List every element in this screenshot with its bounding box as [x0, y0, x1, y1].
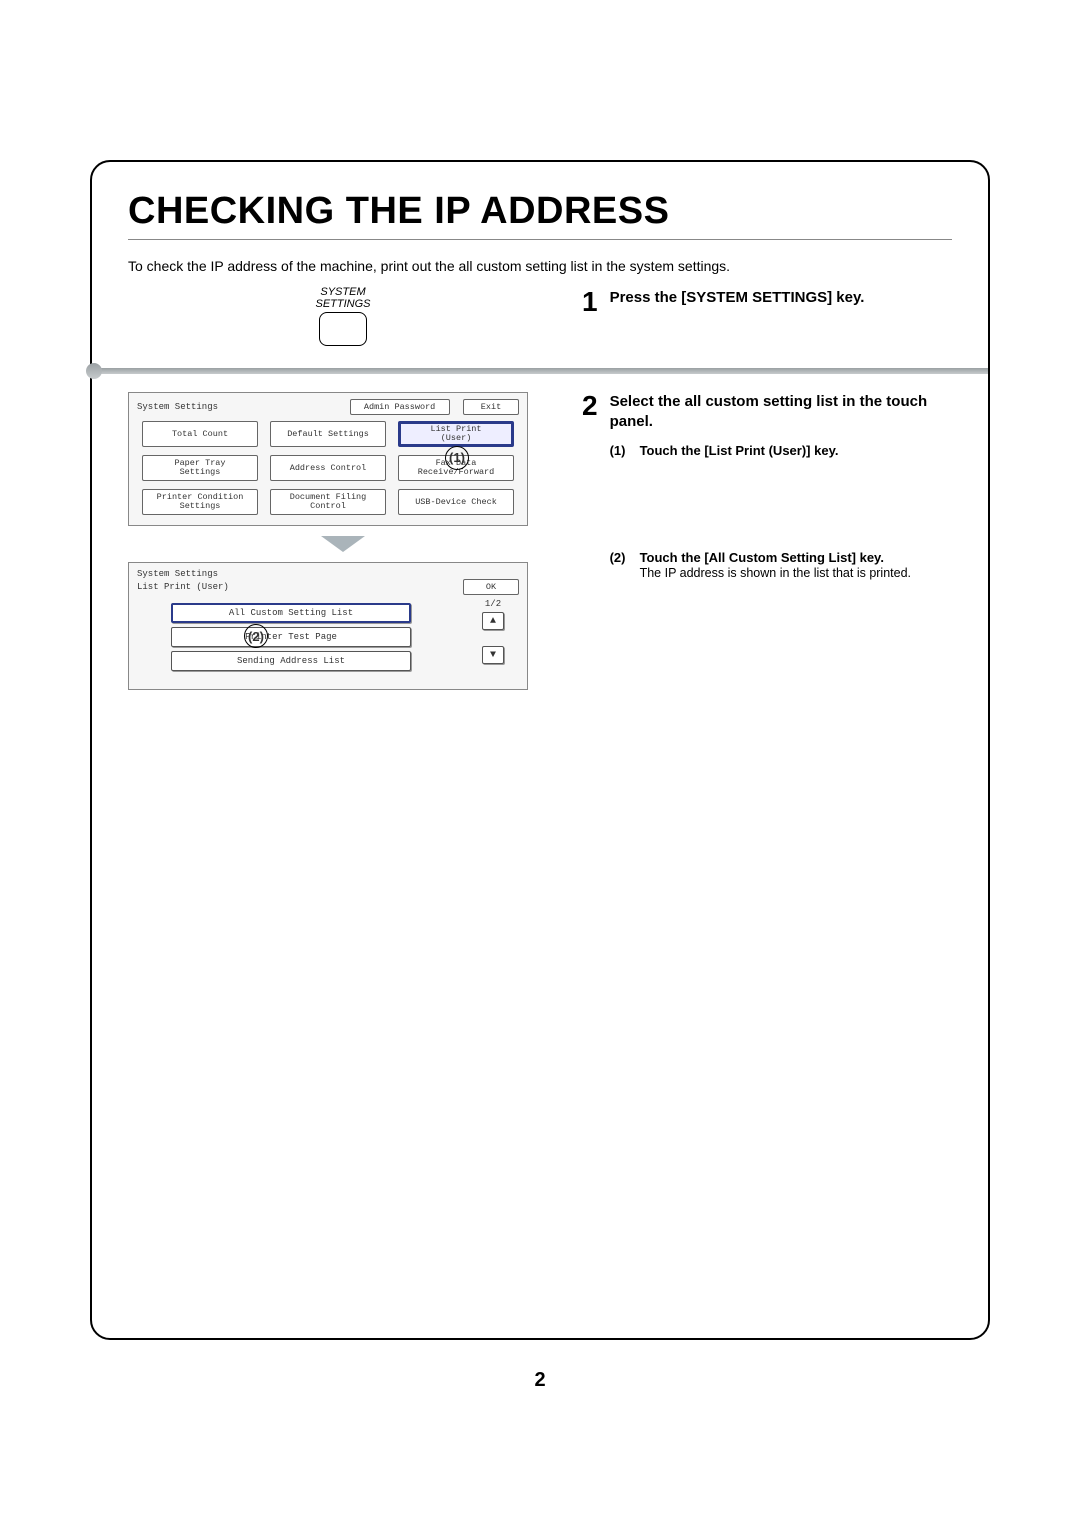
- admin-password-button[interactable]: Admin Password: [350, 399, 450, 415]
- touch-panel-system-settings: System Settings Admin Password Exit Tota…: [128, 392, 528, 526]
- paper-tray-settings-button[interactable]: Paper Tray Settings: [142, 455, 258, 481]
- panel2-subheader: List Print (User): [137, 582, 229, 592]
- panel2-header: System Settings: [137, 569, 218, 579]
- substep-2-text: The IP address is shown in the list that…: [640, 566, 911, 580]
- hwkey-label-2: SETTINGS: [315, 298, 370, 310]
- down-arrow-icon: [321, 536, 365, 552]
- all-custom-setting-list-button[interactable]: All Custom Setting List: [171, 603, 411, 623]
- section-divider: [92, 368, 988, 374]
- substep-1-text: Touch the [List Print (User)] key.: [640, 443, 839, 458]
- document-filing-control-button[interactable]: Document Filing Control: [270, 489, 386, 515]
- substep-1-number: (1): [610, 443, 640, 458]
- usb-device-check-button[interactable]: USB-Device Check: [398, 489, 514, 515]
- panel1-header: System Settings: [137, 402, 218, 412]
- list-print-user-button[interactable]: List Print (User): [398, 421, 514, 447]
- page-title: CHECKING THE IP ADDRESS: [128, 190, 952, 240]
- total-count-button[interactable]: Total Count: [142, 421, 258, 447]
- ok-button[interactable]: OK: [463, 579, 519, 595]
- substep-2-number: (2): [610, 550, 640, 580]
- callout-1: (1): [445, 446, 469, 470]
- fax-data-receive-forward-button[interactable]: Fax Data Receive/Forward (1): [398, 455, 514, 481]
- callout-2: (2): [244, 624, 268, 648]
- sending-address-list-button[interactable]: Sending Address List: [171, 651, 411, 671]
- step-2-number: 2: [582, 392, 598, 464]
- intro-text: To check the IP address of the machine, …: [128, 258, 952, 274]
- printer-condition-settings-button[interactable]: Printer Condition Settings: [142, 489, 258, 515]
- default-settings-button[interactable]: Default Settings: [270, 421, 386, 447]
- step-1-text: Press the [SYSTEM SETTINGS] key.: [610, 288, 952, 308]
- list-print-user-label: List Print (User): [430, 425, 481, 444]
- system-settings-hardware-key[interactable]: [319, 312, 367, 346]
- step-1-number: 1: [582, 288, 598, 316]
- touch-panel-list-print-user: System Settings List Print (User) OK All…: [128, 562, 528, 690]
- exit-button[interactable]: Exit: [463, 399, 519, 415]
- page-number: 2: [92, 1369, 988, 1392]
- system-settings-key-graphic: SYSTEM SETTINGS: [315, 286, 370, 346]
- hwkey-label-1: SYSTEM: [320, 286, 365, 298]
- step-2-title: Select the all custom setting list in th…: [610, 392, 952, 433]
- printer-test-page-button[interactable]: Printer Test Page (2): [171, 627, 411, 647]
- page-up-button[interactable]: ▲: [482, 612, 504, 630]
- page-down-button[interactable]: ▼: [482, 646, 504, 664]
- pager-indicator: 1/2: [485, 599, 501, 609]
- address-control-button[interactable]: Address Control: [270, 455, 386, 481]
- all-custom-setting-list-label: All Custom Setting List: [229, 608, 353, 618]
- substep-2-title: Touch the [All Custom Setting List] key.: [640, 550, 884, 565]
- sending-address-list-label: Sending Address List: [237, 656, 345, 666]
